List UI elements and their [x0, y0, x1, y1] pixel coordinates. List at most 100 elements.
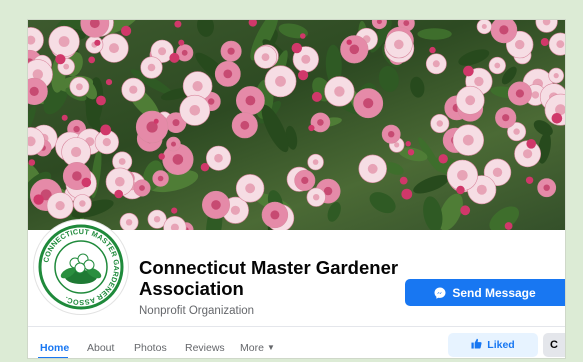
cover-bud — [308, 124, 315, 132]
cover-blossom — [220, 40, 242, 62]
tab-home[interactable]: Home — [40, 342, 69, 354]
cover-bud — [407, 149, 415, 156]
caret-down-icon: ▼ — [266, 343, 275, 352]
page-nav-tabs: Home About Photos Reviews More ▼ Liked C — [28, 326, 565, 358]
cover-leaf — [410, 76, 425, 98]
cover-blossom — [490, 20, 518, 44]
cover-bud — [429, 46, 436, 54]
send-message-label: Send Message — [452, 285, 536, 300]
cover-blossom — [425, 53, 447, 75]
cover-blossom — [488, 56, 506, 75]
cover-bud — [551, 113, 563, 124]
cover-blossom — [46, 192, 74, 220]
cover-bud — [401, 188, 413, 200]
tab-about[interactable]: About — [87, 342, 114, 354]
cover-bud — [158, 153, 165, 160]
cover-bud — [55, 54, 66, 65]
cover-bud — [311, 91, 322, 102]
cover-blossom — [307, 153, 324, 171]
cover-blossom — [548, 32, 565, 56]
thumbs-up-icon — [471, 338, 482, 352]
cover-blossom — [121, 77, 146, 102]
cover-bud — [526, 139, 536, 149]
cover-blossom — [231, 112, 258, 139]
cover-blossom — [253, 45, 278, 69]
cover-bud — [28, 159, 36, 166]
cover-leaf — [417, 28, 452, 40]
cover-leaf — [378, 65, 399, 93]
tab-reviews[interactable]: Reviews — [185, 342, 225, 354]
cover-bud — [346, 39, 352, 45]
cover-blossom — [163, 216, 187, 230]
cover-bud — [114, 189, 123, 199]
cover-blossom — [235, 174, 265, 203]
cover-bud — [96, 95, 106, 106]
page-category: Nonprofit Organization — [139, 305, 255, 317]
cover-blossom — [452, 124, 484, 156]
cover-bud — [463, 65, 474, 77]
cover-bud — [178, 39, 185, 46]
cover-blossom — [202, 190, 231, 219]
cover-leaf — [369, 192, 396, 214]
cover-blossom — [214, 61, 241, 87]
cover-leaf — [458, 49, 490, 66]
cover-blossom — [358, 154, 387, 184]
logo-emblem: CONNECTICUT MASTER GARDENER ASSOC. — [38, 224, 124, 310]
tab-more-label: More — [240, 342, 264, 354]
cover-bud — [169, 52, 180, 63]
cover-bud — [94, 39, 101, 46]
cover-blossom — [264, 65, 297, 98]
cover-blossom — [133, 179, 151, 197]
cover-blossom — [73, 194, 92, 213]
cover-blossom — [507, 81, 532, 106]
cover-photo[interactable] — [28, 20, 565, 230]
tab-more[interactable]: More ▼ — [240, 342, 275, 354]
tab-photos[interactable]: Photos — [134, 342, 167, 354]
cover-leaf — [423, 196, 443, 230]
cover-bud — [298, 70, 309, 81]
cover-blossom — [206, 145, 232, 171]
cover-blossom — [140, 56, 163, 79]
page-title: Connecticut Master Gardener Association — [139, 257, 399, 299]
cover-blossom — [166, 136, 181, 152]
cover-blossom — [430, 114, 450, 134]
cover-bud — [81, 177, 92, 188]
cover-blossom — [99, 33, 129, 63]
cover-bud — [153, 118, 159, 124]
cover-bud — [174, 20, 182, 28]
cover-blossom — [495, 107, 517, 129]
cover-blossom — [85, 35, 104, 54]
cover-leaf — [327, 202, 341, 222]
cover-bud — [405, 141, 411, 147]
cover-bud — [248, 20, 257, 27]
cover-bud — [540, 38, 549, 46]
cover-bud — [88, 56, 96, 64]
cover-blossom — [455, 85, 485, 115]
cover-blossom — [135, 110, 169, 144]
cover-blossom — [476, 20, 492, 35]
cover-blossom — [324, 76, 355, 107]
cover-bud — [291, 42, 302, 54]
cover-bud — [399, 176, 408, 185]
cover-blossom — [548, 67, 565, 84]
cover-bud — [121, 25, 132, 36]
liked-button[interactable]: Liked — [448, 333, 538, 357]
cover-bud — [105, 79, 113, 86]
active-tab-indicator — [38, 357, 68, 358]
cover-blossom — [152, 170, 169, 187]
send-message-button[interactable]: Send Message — [405, 279, 565, 306]
profile-header: CONNECTICUT MASTER GARDENER ASSOC. Conne… — [28, 220, 565, 325]
cover-bud — [300, 33, 306, 39]
cover-bud — [525, 176, 534, 184]
cover-photo-image — [28, 20, 565, 230]
liked-label: Liked — [487, 339, 515, 351]
facebook-page-card: CONNECTICUT MASTER GARDENER ASSOC. Conne… — [28, 20, 565, 358]
cover-blossom — [353, 88, 384, 119]
cover-blossom — [535, 20, 558, 33]
profile-logo[interactable]: CONNECTICUT MASTER GARDENER ASSOC. — [34, 220, 128, 314]
cover-bud — [100, 124, 112, 136]
cover-bud — [504, 222, 513, 230]
more-actions-button[interactable]: C — [543, 333, 565, 357]
cover-blossom — [179, 94, 211, 126]
cover-bud — [200, 163, 210, 172]
